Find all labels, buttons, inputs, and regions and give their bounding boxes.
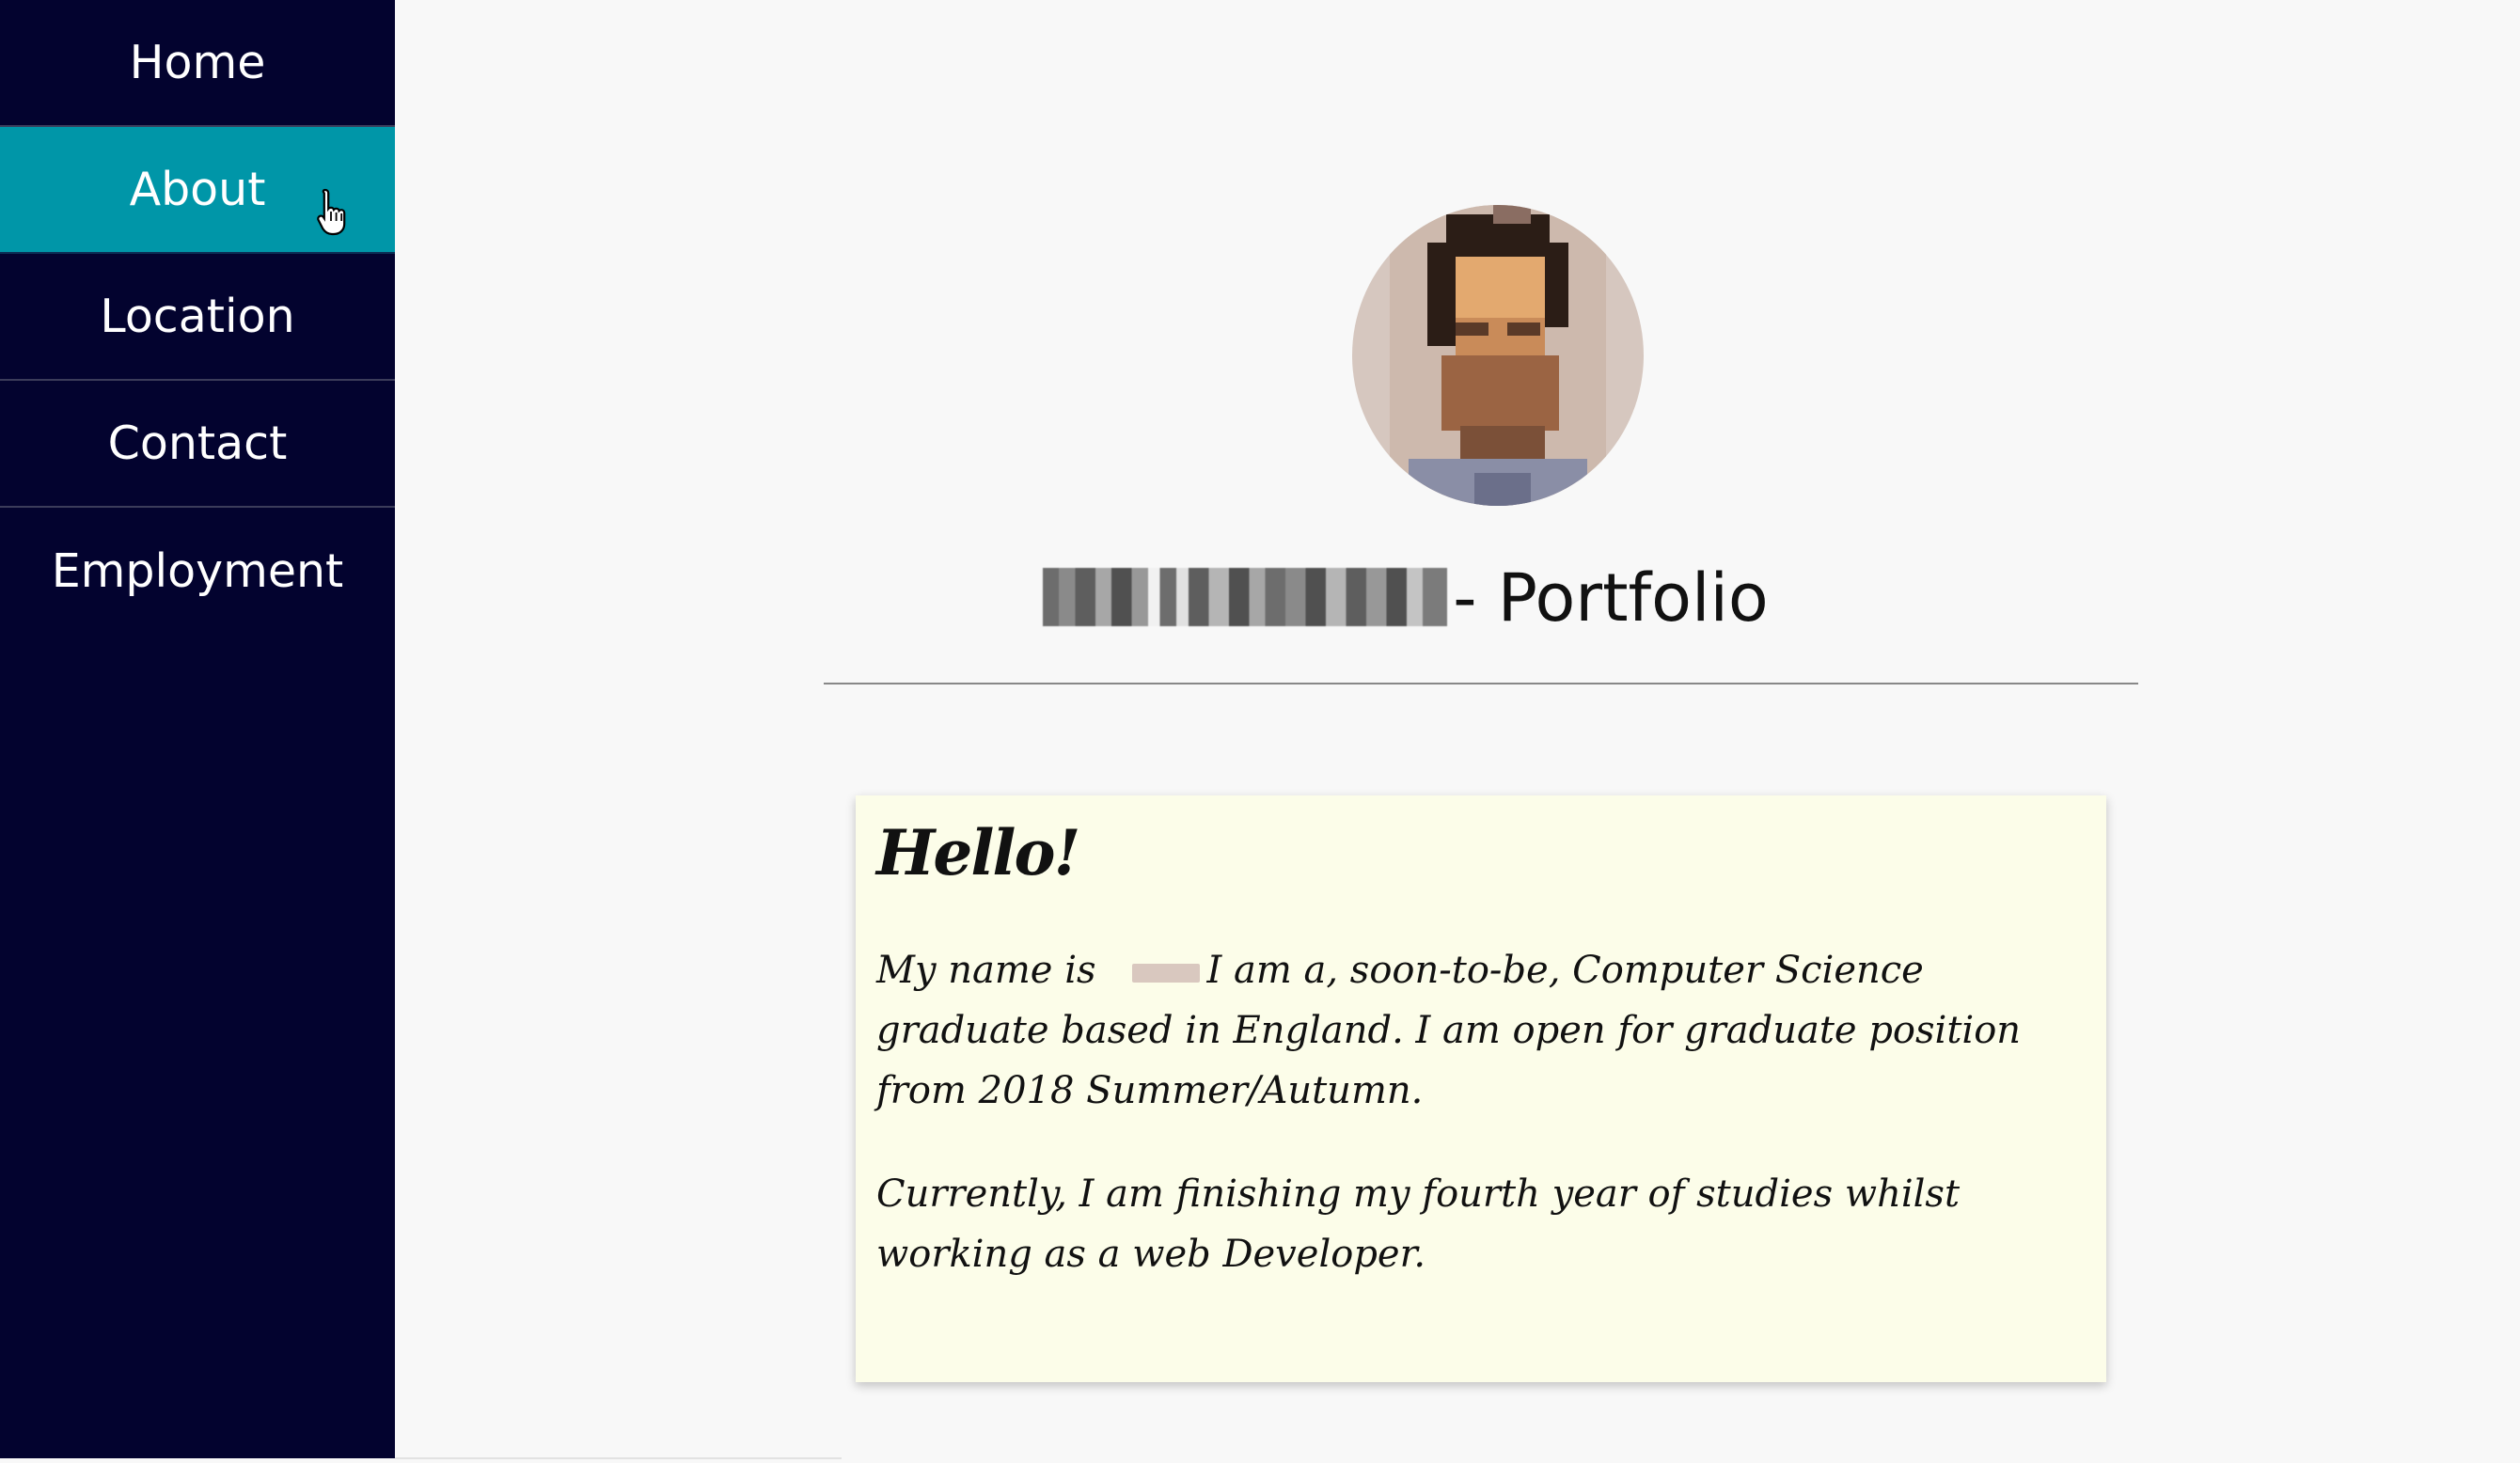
card-heading: Hello! bbox=[876, 816, 1081, 889]
nav-item-contact[interactable]: Contact bbox=[0, 381, 395, 508]
title-divider bbox=[824, 683, 2138, 684]
about-card: Hello! My name is I am a, soon-to-be, Com… bbox=[856, 795, 2106, 1382]
nav-item-about-label: About bbox=[129, 163, 266, 216]
hand-pointer-icon bbox=[317, 188, 346, 236]
card-paragraph-intro: My name is I am a, soon-to-be, Computer S… bbox=[876, 940, 2086, 1121]
nav-item-home[interactable]: Home bbox=[0, 0, 395, 127]
scroll-edge-line bbox=[395, 1457, 842, 1459]
page-title-suffix: - Portfolio bbox=[1453, 559, 1769, 637]
nav-item-location[interactable]: Location bbox=[0, 254, 395, 381]
nav-item-about[interactable]: About bbox=[0, 127, 395, 254]
main-content: - Portfolio Hello! My name is I am a, soo… bbox=[395, 0, 2520, 1463]
card-paragraph-current: Currently, I am finishing my fourth year… bbox=[876, 1172, 1961, 1276]
profile-photo bbox=[1352, 205, 1644, 506]
intro-text-start: My name is bbox=[876, 949, 1096, 992]
page-title: - Portfolio bbox=[395, 559, 2520, 637]
nav-item-employment[interactable]: Employment bbox=[0, 508, 395, 635]
sidebar-nav: Home About Location Contact Employment bbox=[0, 0, 395, 1458]
redacted-name bbox=[1043, 568, 1448, 626]
redacted-inline-name bbox=[1131, 964, 1200, 983]
avatar bbox=[1352, 205, 1644, 506]
